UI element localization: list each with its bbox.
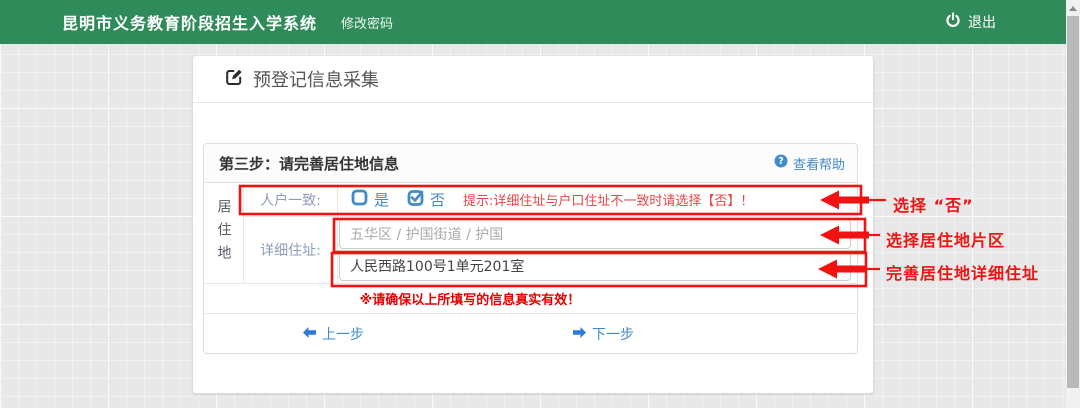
svg-text:?: ? xyxy=(778,156,784,167)
logout-button[interactable]: 退出 xyxy=(945,12,996,32)
prev-step-button[interactable]: 上一步 xyxy=(303,324,364,344)
logout-label: 退出 xyxy=(968,12,996,32)
scrollbar-up-button[interactable] xyxy=(1066,0,1080,16)
checkbox-yes-label: 是 xyxy=(374,189,389,210)
checkbox-checked-icon xyxy=(407,189,424,210)
next-step-label: 下一步 xyxy=(592,324,634,344)
chevron-down-icon xyxy=(833,232,841,237)
view-help-link[interactable]: ? 查看帮助 xyxy=(774,154,845,173)
residence-group-label: 居住地 xyxy=(217,199,231,268)
address-inputs: 五华区 / 护国街道 / 护国 人民西路100号1单元201室 xyxy=(338,219,857,281)
up-arrow-icon xyxy=(1069,6,1077,11)
app-title: 昆明市义务教育阶段招生入学系统 xyxy=(62,10,317,34)
top-navbar: 昆明市义务教育阶段招生入学系统 修改密码 退出 xyxy=(0,0,1066,44)
detail-address-value: 人民西路100号1单元201室 xyxy=(350,256,524,276)
next-step-button[interactable]: 下一步 xyxy=(573,324,634,344)
detail-address-input[interactable]: 人民西路100号1单元201室 xyxy=(339,251,851,281)
residence-group-cell: 居住地 xyxy=(204,183,244,283)
checkbox-no[interactable]: 否 xyxy=(407,189,445,210)
change-password-link[interactable]: 修改密码 xyxy=(341,13,393,32)
arrow-left-icon xyxy=(303,326,316,342)
consistency-label: 人户一致: xyxy=(244,183,338,216)
form-rows: 人户一致: 是 xyxy=(244,183,857,283)
step-card-header: 第三步：请完善居住地信息 ? 查看帮助 xyxy=(204,144,857,183)
warning-text: ※请确保以上所填写的信息真实有效！ xyxy=(360,289,581,308)
panel-title-bar: 预登记信息采集 xyxy=(193,56,873,103)
consistency-field: 是 否 提示:详细住址与户口住址不一致时请选择【否】！ xyxy=(338,183,857,216)
step-card: 第三步：请完善居住地信息 ? 查看帮助 居住地 人户一致: xyxy=(203,143,858,354)
step-title: 第三步：请完善居住地信息 xyxy=(219,153,774,174)
warning-row: ※请确保以上所填写的信息真实有效！ xyxy=(204,283,857,313)
question-circle-icon: ? xyxy=(774,154,788,172)
checkbox-unchecked-icon xyxy=(351,189,368,210)
step-footer: 上一步 下一步 xyxy=(204,313,857,353)
vertical-scrollbar[interactable] xyxy=(1066,0,1080,408)
panel-title: 预登记信息采集 xyxy=(253,66,379,92)
prev-step-label: 上一步 xyxy=(322,324,364,344)
checkbox-no-label: 否 xyxy=(430,189,445,210)
household-consistency-row: 人户一致: 是 xyxy=(244,183,857,217)
scrollbar-thumb[interactable] xyxy=(1067,16,1079,388)
consistency-hint: 提示:详细住址与户口住址不一致时请选择【否】！ xyxy=(463,190,753,209)
checkbox-yes[interactable]: 是 xyxy=(351,189,389,210)
power-icon xyxy=(945,12,961,32)
region-cascader-value: 五华区 / 护国街道 / 护国 xyxy=(350,224,503,244)
detail-address-fields: 五华区 / 护国街道 / 护国 人民西路100号1单元201室 xyxy=(338,217,857,283)
region-cascader[interactable]: 五华区 / 护国街道 / 护国 xyxy=(339,219,851,249)
detail-address-row: 详细住址: 五华区 / 护国街道 / 护国 人民西路100号1单元201室 xyxy=(244,217,857,283)
residence-form-table: 居住地 人户一致: 是 xyxy=(204,183,857,283)
view-help-label: 查看帮助 xyxy=(793,154,845,173)
detail-address-label: 详细住址: xyxy=(244,217,338,283)
arrow-right-icon xyxy=(573,326,586,342)
main-panel: 预登记信息采集 第三步：请完善居住地信息 ? 查看帮助 居住地 xyxy=(193,56,873,393)
edit-icon xyxy=(225,67,244,91)
